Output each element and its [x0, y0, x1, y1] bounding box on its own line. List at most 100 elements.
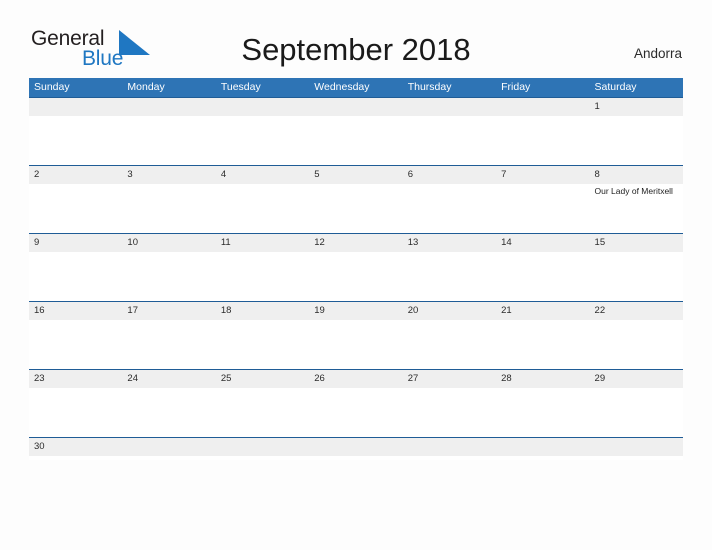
- weekday-header-sunday: Sunday: [34, 81, 70, 93]
- week-event-band: [29, 388, 683, 437]
- week-row: 23 24 25 26 27 28 29: [29, 369, 683, 437]
- week-row: 2 3 4 5 6 7 8 Our Lady of Meritxell: [29, 165, 683, 233]
- weekday-header-saturday: Saturday: [594, 81, 637, 93]
- day-event: [309, 388, 402, 437]
- day-number[interactable]: 20: [403, 302, 496, 320]
- weekday-header-row: Sunday Monday Tuesday Wednesday Thursday…: [29, 78, 683, 97]
- week-event-band: [29, 320, 683, 369]
- week-daynumber-band: 23 24 25 26 27 28 29: [29, 370, 683, 388]
- day-number[interactable]: 25: [216, 370, 309, 388]
- day-number[interactable]: [403, 438, 496, 456]
- day-number[interactable]: 18: [216, 302, 309, 320]
- calendar-grid: Sunday Monday Tuesday Wednesday Thursday…: [29, 78, 683, 460]
- day-event: [122, 320, 215, 369]
- day-number[interactable]: [496, 438, 589, 456]
- day-event: [122, 184, 215, 233]
- day-number[interactable]: [122, 438, 215, 456]
- day-event: [122, 388, 215, 437]
- day-number[interactable]: 7: [496, 166, 589, 184]
- day-number[interactable]: 26: [309, 370, 402, 388]
- day-event: [216, 184, 309, 233]
- day-number[interactable]: 9: [29, 234, 122, 252]
- day-event: [590, 116, 683, 165]
- weekday-header-monday: Monday: [127, 81, 165, 93]
- day-number[interactable]: 11: [216, 234, 309, 252]
- day-event: [590, 388, 683, 437]
- day-number[interactable]: 23: [29, 370, 122, 388]
- week-row: 9 10 11 12 13 14 15: [29, 233, 683, 301]
- week-event-band: [29, 456, 683, 460]
- day-number[interactable]: 12: [309, 234, 402, 252]
- week-daynumber-band: 2 3 4 5 6 7 8: [29, 166, 683, 184]
- day-number[interactable]: 1: [590, 98, 683, 116]
- day-number[interactable]: 21: [496, 302, 589, 320]
- day-number[interactable]: [216, 98, 309, 116]
- day-event: [309, 320, 402, 369]
- day-event-holiday: Our Lady of Meritxell: [594, 186, 673, 196]
- day-event: [309, 116, 402, 165]
- day-number[interactable]: 3: [122, 166, 215, 184]
- day-number[interactable]: 10: [122, 234, 215, 252]
- day-event: [29, 456, 122, 460]
- day-number[interactable]: 4: [216, 166, 309, 184]
- day-number[interactable]: 27: [403, 370, 496, 388]
- week-daynumber-band: 9 10 11 12 13 14 15: [29, 234, 683, 252]
- day-event: [590, 320, 683, 369]
- day-event: [590, 456, 683, 460]
- day-number[interactable]: [216, 438, 309, 456]
- week-daynumber-band: 16 17 18 19 20 21 22: [29, 302, 683, 320]
- day-event: [29, 388, 122, 437]
- day-number[interactable]: 19: [309, 302, 402, 320]
- day-number[interactable]: 16: [29, 302, 122, 320]
- day-event: [403, 456, 496, 460]
- page-title: September 2018: [241, 32, 471, 67]
- day-event: [403, 184, 496, 233]
- day-number[interactable]: [403, 98, 496, 116]
- day-number[interactable]: 13: [403, 234, 496, 252]
- day-number[interactable]: [496, 98, 589, 116]
- day-number[interactable]: 29: [590, 370, 683, 388]
- day-number[interactable]: [590, 438, 683, 456]
- week-event-band: [29, 252, 683, 301]
- day-number[interactable]: [309, 438, 402, 456]
- week-row: 30: [29, 437, 683, 460]
- weekday-header-wednesday: Wednesday: [314, 81, 370, 93]
- day-event: [496, 184, 589, 233]
- day-event: [216, 388, 309, 437]
- calendar-page: General Blue September 2018 Andorra Sund…: [0, 0, 712, 550]
- week-daynumber-band: 30: [29, 438, 683, 456]
- day-event: [590, 252, 683, 301]
- day-number[interactable]: 14: [496, 234, 589, 252]
- week-event-band: [29, 116, 683, 165]
- day-number[interactable]: [309, 98, 402, 116]
- weekday-header-thursday: Thursday: [407, 81, 452, 93]
- day-number[interactable]: 17: [122, 302, 215, 320]
- week-event-band: Our Lady of Meritxell: [29, 184, 683, 233]
- day-event: [29, 184, 122, 233]
- page-header: General Blue September 2018 Andorra: [0, 0, 712, 70]
- day-number[interactable]: 28: [496, 370, 589, 388]
- day-event: [122, 116, 215, 165]
- day-number[interactable]: 24: [122, 370, 215, 388]
- day-event: [216, 252, 309, 301]
- day-number[interactable]: 8: [590, 166, 683, 184]
- day-event: [496, 456, 589, 460]
- day-number[interactable]: 15: [590, 234, 683, 252]
- day-event: [403, 116, 496, 165]
- day-event: [29, 116, 122, 165]
- day-number[interactable]: 5: [309, 166, 402, 184]
- day-event: [216, 116, 309, 165]
- day-number[interactable]: [122, 98, 215, 116]
- week-daynumber-band: 1: [29, 98, 683, 116]
- day-number[interactable]: 30: [29, 438, 122, 456]
- day-number[interactable]: [29, 98, 122, 116]
- day-event: [309, 456, 402, 460]
- day-number[interactable]: 2: [29, 166, 122, 184]
- day-number[interactable]: 22: [590, 302, 683, 320]
- day-event: [122, 252, 215, 301]
- week-row: 1: [29, 97, 683, 165]
- day-event: [29, 320, 122, 369]
- day-event: [29, 252, 122, 301]
- day-number[interactable]: 6: [403, 166, 496, 184]
- week-row: 16 17 18 19 20 21 22: [29, 301, 683, 369]
